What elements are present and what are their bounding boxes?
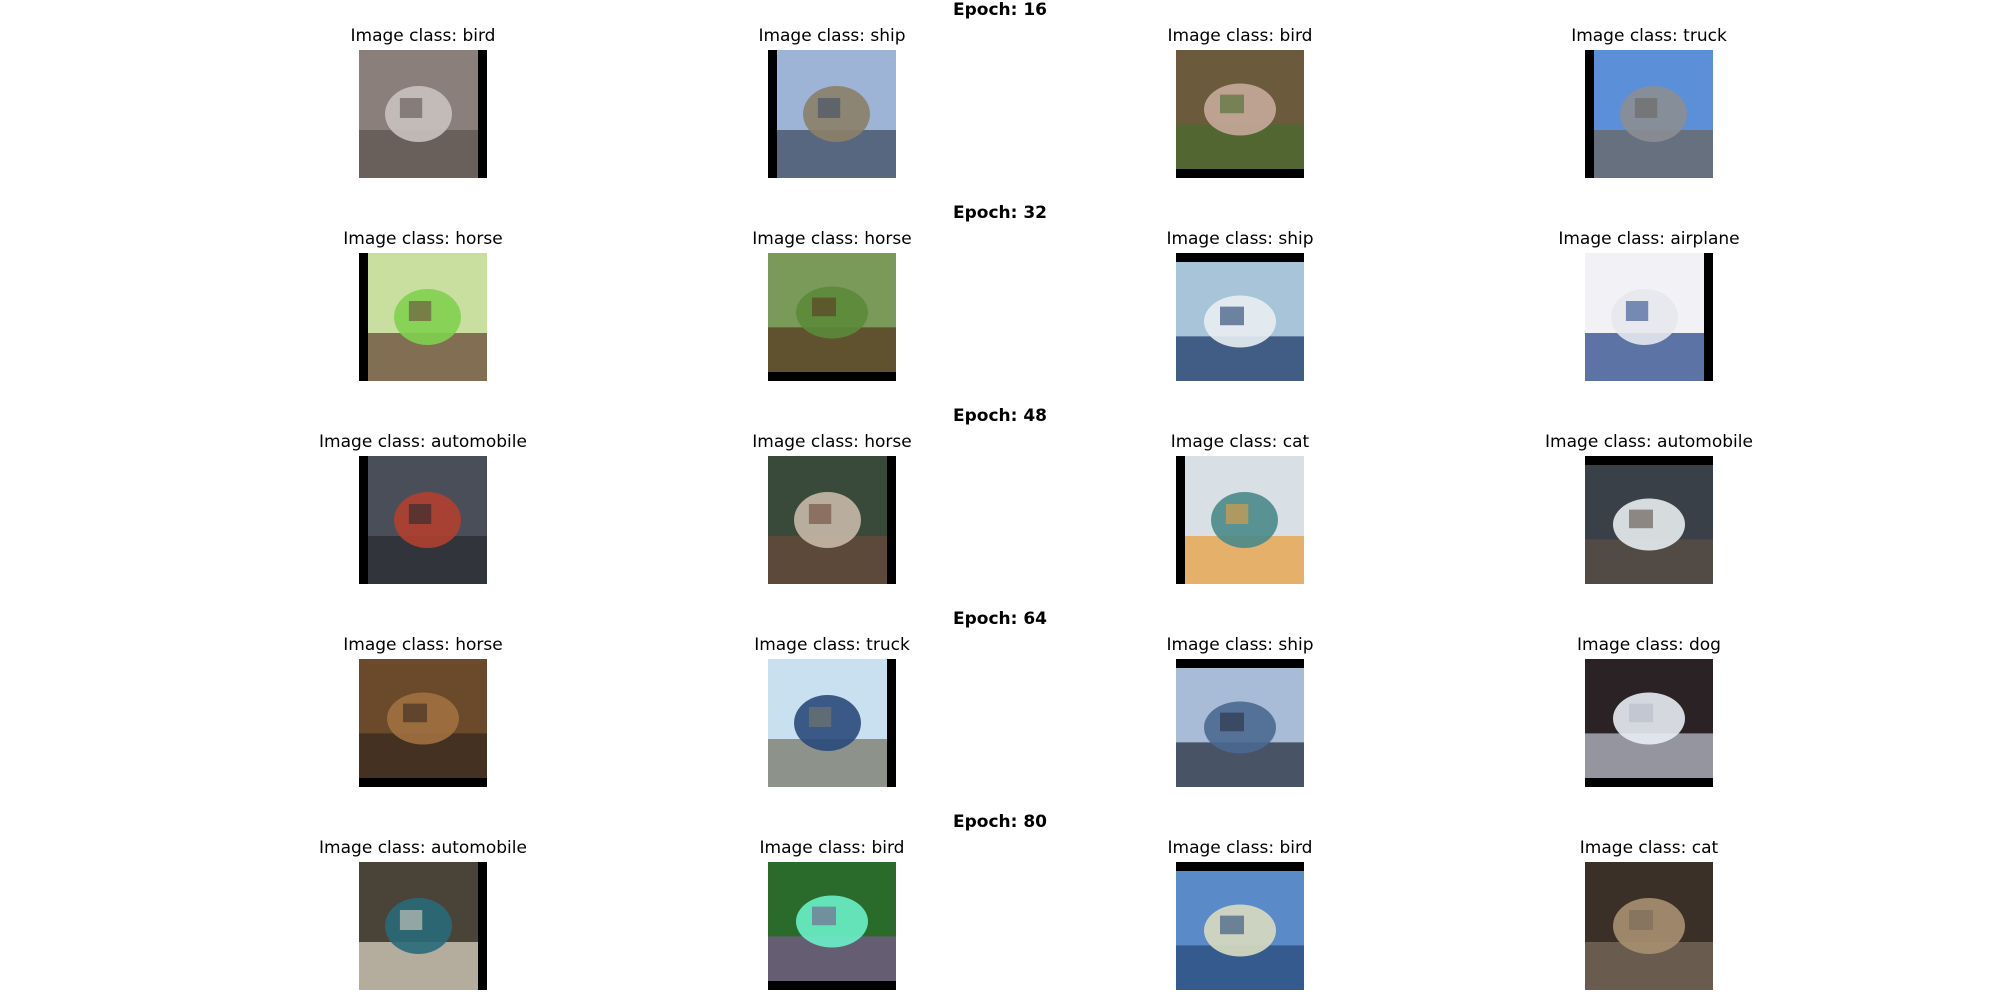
- ship-thumbnail: [1176, 659, 1304, 787]
- sample-tile: Image class: cat: [1110, 432, 1370, 584]
- image-pixels: [1585, 253, 1704, 381]
- sample-tile: Image class: bird: [702, 838, 962, 990]
- ship-thumbnail: [768, 50, 896, 178]
- bird-thumbnail: [768, 862, 896, 990]
- image-class-caption: Image class: airplane: [1558, 229, 1740, 249]
- image-class-caption: Image class: horse: [343, 229, 503, 249]
- image-class-caption: Image class: automobile: [1545, 432, 1753, 452]
- image-pixels: [768, 659, 887, 787]
- image-pixels: [768, 862, 896, 981]
- image-class-caption: Image class: bird: [1167, 838, 1313, 858]
- airplane-thumbnail: [1585, 253, 1713, 381]
- sample-tile: Image class: truck: [1519, 26, 1779, 178]
- sample-tile: Image class: ship: [1110, 229, 1370, 381]
- truck-thumbnail: [768, 659, 896, 787]
- sample-tile: Image class: horse: [293, 635, 553, 787]
- sample-tile: Image class: horse: [702, 432, 962, 584]
- truck-thumbnail: [1585, 50, 1713, 178]
- sample-tile: Image class: dog: [1519, 635, 1779, 787]
- horse-thumbnail: [359, 659, 487, 787]
- image-pixels: [768, 253, 896, 372]
- image-class-caption: Image class: truck: [1571, 26, 1727, 46]
- image-class-caption: Image class: horse: [343, 635, 503, 655]
- epoch-title: Epoch: 64: [952, 609, 1047, 629]
- image-pixels: [359, 862, 478, 990]
- image-pixels: [1185, 456, 1304, 584]
- bird-thumbnail: [1176, 862, 1304, 990]
- image-class-caption: Image class: bird: [350, 26, 496, 46]
- image-class-caption: Image class: cat: [1170, 432, 1310, 452]
- bird-thumbnail: [359, 50, 487, 178]
- sample-tile: Image class: cat: [1519, 838, 1779, 990]
- image-pixels: [1585, 862, 1713, 990]
- image-class-caption: Image class: ship: [1166, 229, 1314, 249]
- sample-tile: Image class: bird: [1110, 838, 1370, 990]
- sample-tile: Image class: bird: [293, 26, 553, 178]
- image-pixels: [359, 659, 487, 778]
- image-pixels: [1585, 659, 1713, 778]
- image-pixels: [1585, 465, 1713, 584]
- horse-thumbnail: [768, 253, 896, 381]
- sample-tile: Image class: ship: [702, 26, 962, 178]
- automobile-thumbnail: [1585, 456, 1713, 584]
- image-class-caption: Image class: automobile: [319, 432, 527, 452]
- sample-tile: Image class: automobile: [1519, 432, 1779, 584]
- image-class-caption: Image class: horse: [752, 432, 912, 452]
- automobile-thumbnail: [359, 862, 487, 990]
- image-pixels: [368, 253, 487, 381]
- horse-thumbnail: [359, 253, 487, 381]
- cat-thumbnail: [1585, 862, 1713, 990]
- image-pixels: [1176, 50, 1304, 169]
- image-pixels: [1594, 50, 1713, 178]
- sample-tile: Image class: automobile: [293, 432, 553, 584]
- image-pixels: [777, 50, 896, 178]
- epoch-title: Epoch: 80: [952, 812, 1047, 832]
- sample-tile: Image class: bird: [1110, 26, 1370, 178]
- sample-tile: Image class: horse: [293, 229, 553, 381]
- horse-thumbnail: [768, 456, 896, 584]
- epoch-title: Epoch: 16: [952, 0, 1047, 20]
- image-pixels: [1176, 668, 1304, 787]
- image-class-caption: Image class: ship: [758, 26, 906, 46]
- image-class-caption: Image class: ship: [1166, 635, 1314, 655]
- image-class-caption: Image class: bird: [759, 838, 905, 858]
- sample-tile: Image class: horse: [702, 229, 962, 381]
- sample-tile: Image class: truck: [702, 635, 962, 787]
- image-class-caption: Image class: dog: [1577, 635, 1721, 655]
- sample-tile: Image class: airplane: [1519, 229, 1779, 381]
- image-pixels: [768, 456, 887, 584]
- image-pixels: [1176, 871, 1304, 990]
- epoch-title: Epoch: 48: [952, 406, 1047, 426]
- automobile-thumbnail: [359, 456, 487, 584]
- epoch-title: Epoch: 32: [952, 203, 1047, 223]
- image-pixels: [1176, 262, 1304, 381]
- bird-thumbnail: [1176, 50, 1304, 178]
- image-pixels: [359, 50, 478, 178]
- image-class-caption: Image class: truck: [754, 635, 910, 655]
- image-class-caption: Image class: cat: [1579, 838, 1719, 858]
- image-class-caption: Image class: horse: [752, 229, 912, 249]
- image-pixels: [368, 456, 487, 584]
- image-class-caption: Image class: bird: [1167, 26, 1313, 46]
- sample-tile: Image class: automobile: [293, 838, 553, 990]
- cat-thumbnail: [1176, 456, 1304, 584]
- ship-thumbnail: [1176, 253, 1304, 381]
- dog-thumbnail: [1585, 659, 1713, 787]
- sample-tile: Image class: ship: [1110, 635, 1370, 787]
- image-class-caption: Image class: automobile: [319, 838, 527, 858]
